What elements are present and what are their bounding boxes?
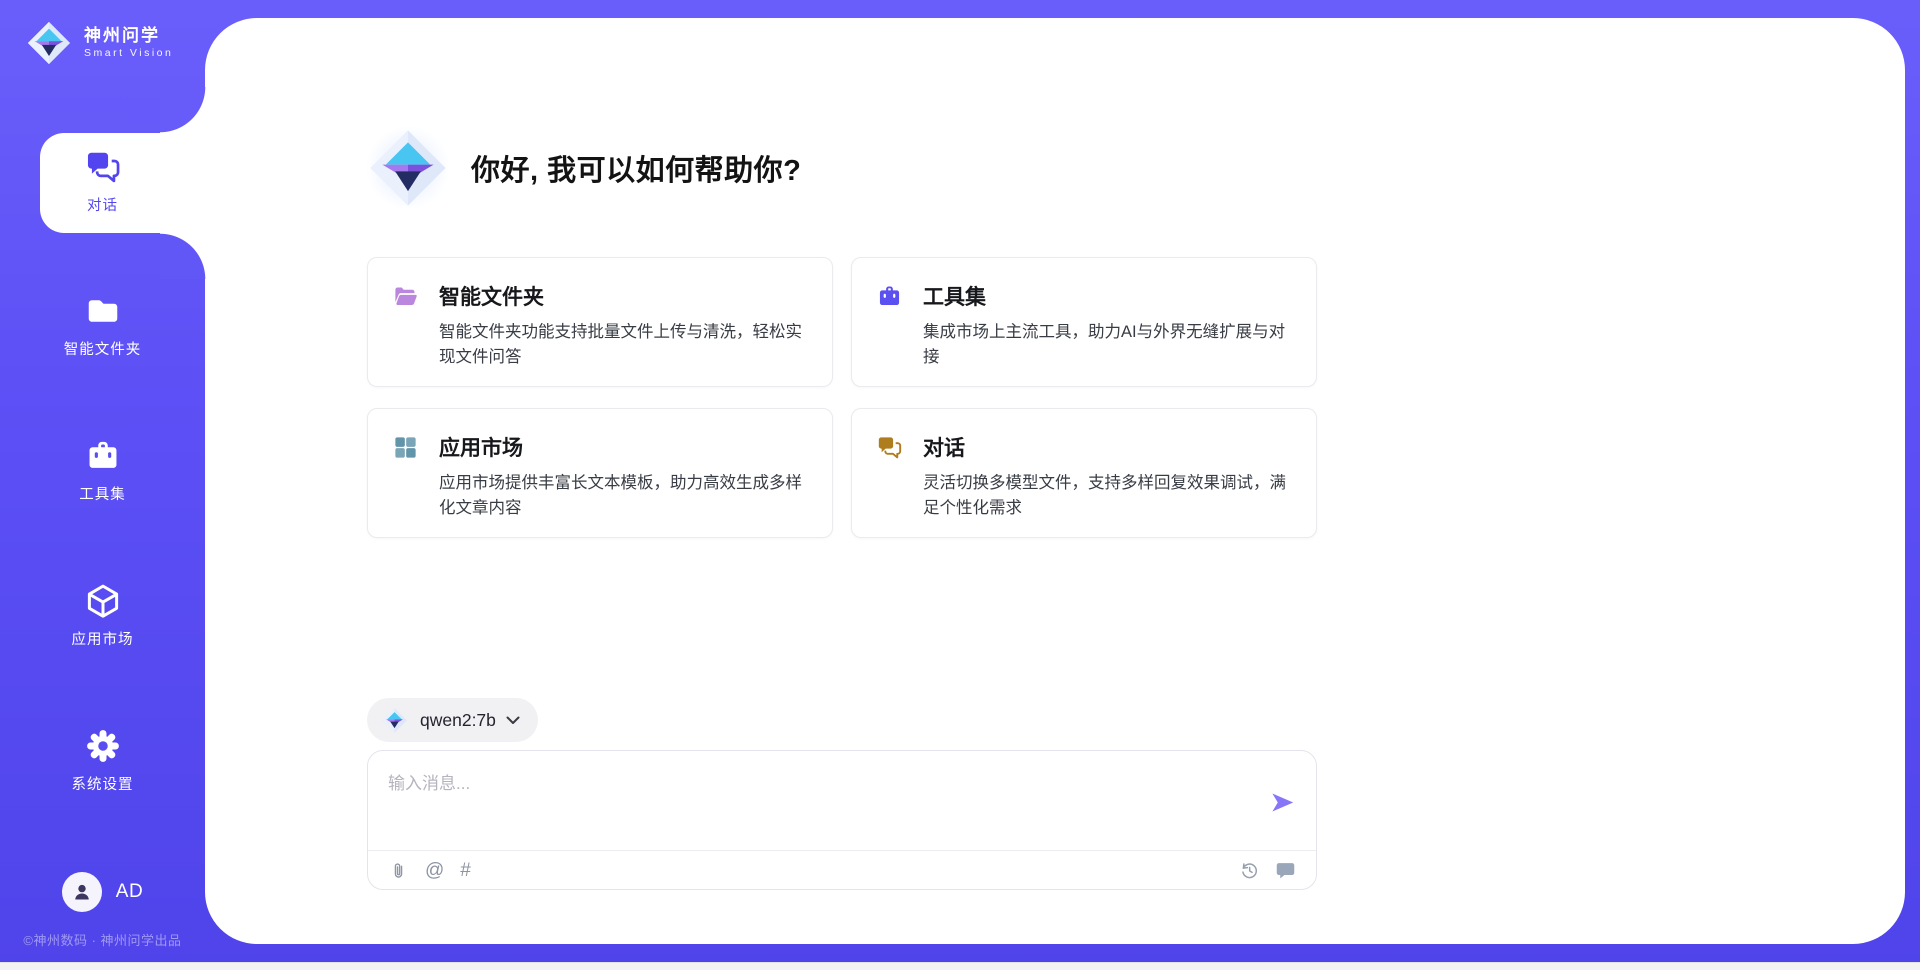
sidebar-item-system-settings[interactable]: 系统设置: [0, 727, 205, 794]
sidebar-item-smart-folders[interactable]: 智能文件夹: [0, 292, 205, 359]
model-selector[interactable]: qwen2:7b: [367, 698, 538, 742]
card-title: 应用市场: [439, 432, 523, 462]
sidebar-item-toolset[interactable]: 工具集: [0, 437, 205, 504]
card-title: 工具集: [923, 281, 986, 311]
paperclip-icon[interactable]: [388, 860, 409, 881]
composer-toolbar-right: [1239, 860, 1296, 881]
card-title: 智能文件夹: [439, 281, 544, 311]
card-title: 对话: [923, 432, 965, 462]
folder-icon: [84, 292, 122, 330]
sidebar-item-chat[interactable]: 对话: [0, 148, 205, 215]
grid-icon: [392, 434, 419, 461]
composer-toolbar: @ #: [368, 850, 1316, 889]
message-composer: @ #: [367, 750, 1317, 890]
user-profile[interactable]: AD: [0, 872, 205, 912]
chat-bubble-icon[interactable]: [1275, 860, 1296, 881]
chevron-down-icon: [506, 716, 520, 725]
avatar: [62, 872, 102, 912]
chat-bubbles-icon: [876, 434, 903, 461]
tab-fillet-top: [160, 87, 206, 133]
greeting-row: 你好, 我可以如何帮助你?: [367, 127, 801, 209]
card-description: 灵活切换多模型文件，支持多样回复效果调试，满足个性化需求: [923, 471, 1294, 521]
greeting-text: 你好, 我可以如何帮助你?: [471, 147, 801, 189]
sidebar-item-label: 应用市场: [0, 628, 205, 649]
folder-open-icon: [392, 283, 419, 310]
card-description: 集成市场上主流工具，助力AI与外界无缝扩展与对接: [923, 320, 1294, 370]
card-smart-folders[interactable]: 智能文件夹 智能文件夹功能支持批量文件上传与清洗，轻松实现文件问答: [367, 257, 833, 387]
send-icon[interactable]: [1269, 789, 1296, 816]
user-name: AD: [116, 881, 143, 903]
diamond-gem-logo-icon: [381, 707, 408, 734]
copyright-text: ©神州数码 · 神州问学出品: [0, 930, 205, 949]
history-icon[interactable]: [1239, 860, 1260, 881]
gear-icon: [84, 727, 122, 765]
feature-cards: 智能文件夹 智能文件夹功能支持批量文件上传与清洗，轻松实现文件问答 工具集 集成…: [367, 257, 1317, 538]
brand-logo: 神州问学 Smart Vision: [26, 20, 173, 66]
main-content: 你好, 我可以如何帮助你? 智能文件夹 智能文件夹功能支持批量文件上传与清洗，轻…: [367, 0, 1317, 970]
brand-subtitle: Smart Vision: [84, 46, 173, 60]
greeting-logo: [367, 127, 449, 209]
diamond-gem-logo-icon: [26, 20, 72, 66]
card-toolset[interactable]: 工具集 集成市场上主流工具，助力AI与外界无缝扩展与对接: [851, 257, 1317, 387]
sidebar-item-label: 工具集: [0, 483, 205, 504]
sidebar-item-app-market[interactable]: 应用市场: [0, 582, 205, 649]
cube-icon: [84, 582, 122, 620]
person-avatar-icon: [70, 880, 94, 904]
at-icon[interactable]: @: [425, 860, 444, 881]
sidebar-item-label: 对话: [0, 194, 205, 215]
card-description: 应用市场提供丰富长文本模板，助力高效生成多样化文章内容: [439, 471, 810, 521]
sidebar-item-label: 智能文件夹: [0, 338, 205, 359]
hash-icon[interactable]: #: [460, 860, 471, 881]
sidebar-item-label: 系统设置: [0, 773, 205, 794]
horizontal-scrollbar[interactable]: [0, 962, 1920, 970]
app-window: 神州问学 Smart Vision 对话 智能文件夹 工具集: [0, 0, 1920, 970]
briefcase-icon: [876, 283, 903, 310]
brand-name: 神州问学: [84, 26, 173, 46]
tab-fillet-bottom: [160, 233, 206, 279]
chat-bubbles-icon: [84, 148, 122, 186]
message-input[interactable]: [368, 751, 1248, 847]
card-chat[interactable]: 对话 灵活切换多模型文件，支持多样回复效果调试，满足个性化需求: [851, 408, 1317, 538]
card-description: 智能文件夹功能支持批量文件上传与清洗，轻松实现文件问答: [439, 320, 810, 370]
briefcase-icon: [84, 437, 122, 475]
diamond-gem-logo-icon: [367, 127, 449, 209]
card-app-market[interactable]: 应用市场 应用市场提供丰富长文本模板，助力高效生成多样化文章内容: [367, 408, 833, 538]
sidebar: 神州问学 Smart Vision 对话 智能文件夹 工具集: [0, 0, 205, 970]
model-name: qwen2:7b: [420, 710, 496, 731]
